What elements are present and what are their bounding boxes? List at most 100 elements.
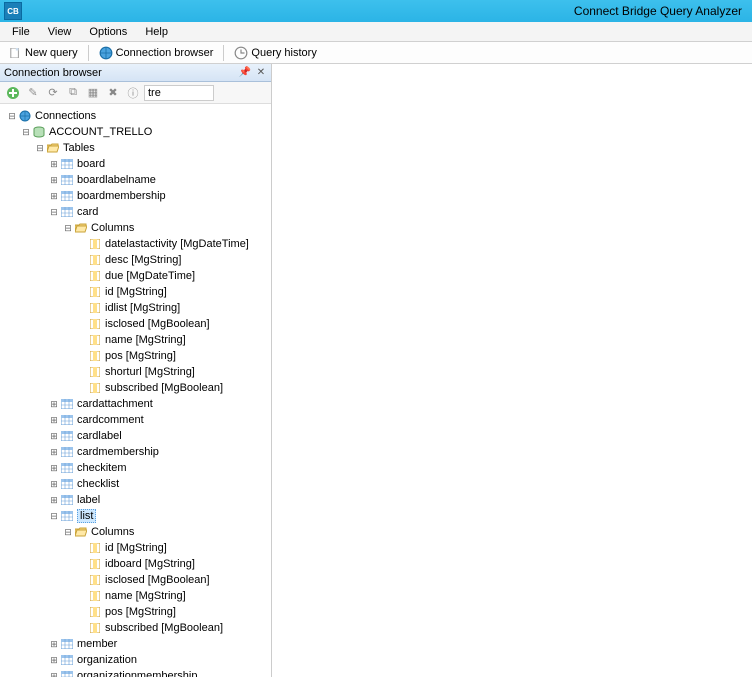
expander-icon[interactable]	[76, 334, 88, 346]
tree-node[interactable]: ⊞boardlabelname	[2, 172, 269, 188]
tree-node[interactable]: ⊟Connections	[2, 108, 269, 124]
expander-icon[interactable]	[76, 606, 88, 618]
tree-node[interactable]: ⊞member	[2, 636, 269, 652]
expander-icon[interactable]: ⊞	[48, 446, 60, 458]
tree-node[interactable]: ⊟Tables	[2, 140, 269, 156]
menu-view[interactable]: View	[40, 24, 80, 40]
node-label: datelastactivity [MgDateTime]	[105, 238, 249, 250]
expander-icon[interactable]: ⊞	[48, 638, 60, 650]
tree-node[interactable]: ⊟ACCOUNT_TRELLO	[2, 124, 269, 140]
tree-node[interactable]: pos [MgString]	[2, 604, 269, 620]
tree-node[interactable]: ⊞cardcomment	[2, 412, 269, 428]
tree-node[interactable]: id [MgString]	[2, 284, 269, 300]
expander-icon[interactable]: ⊟	[6, 110, 18, 122]
expander-icon[interactable]: ⊞	[48, 494, 60, 506]
expander-icon[interactable]: ⊞	[48, 478, 60, 490]
node-label: subscribed [MgBoolean]	[105, 382, 223, 394]
tree-node[interactable]: ⊞board	[2, 156, 269, 172]
tree-node[interactable]: ⊟list	[2, 508, 269, 524]
expander-icon[interactable]	[76, 622, 88, 634]
tree-node[interactable]: id [MgString]	[2, 540, 269, 556]
expander-icon[interactable]	[76, 590, 88, 602]
tree-node[interactable]: ⊞ checklist	[2, 476, 269, 492]
expander-icon[interactable]: ⊟	[48, 206, 60, 218]
tree-node[interactable]: name [MgString]	[2, 588, 269, 604]
globe-icon	[99, 46, 113, 60]
copy-button[interactable]: ⧉	[64, 84, 82, 102]
tree-node[interactable]: ⊟Columns	[2, 220, 269, 236]
expander-icon[interactable]: ⊟	[62, 526, 74, 538]
pin-icon[interactable]: 📌	[239, 67, 251, 79]
tree-node[interactable]: idboard [MgString]	[2, 556, 269, 572]
app-icon: CB	[4, 2, 22, 20]
expander-icon[interactable]	[76, 270, 88, 282]
expander-icon[interactable]: ⊞	[48, 174, 60, 186]
tree-node[interactable]: ⊞organizationmembership	[2, 668, 269, 677]
expander-icon[interactable]	[76, 366, 88, 378]
expander-icon[interactable]	[76, 542, 88, 554]
tree-node[interactable]: subscribed [MgBoolean]	[2, 380, 269, 396]
expander-icon[interactable]: ⊟	[34, 142, 46, 154]
tree-node[interactable]: ⊞cardlabel	[2, 428, 269, 444]
tree-node[interactable]: datelastactivity [MgDateTime]	[2, 236, 269, 252]
tree-node[interactable]: pos [MgString]	[2, 348, 269, 364]
expander-icon[interactable]: ⊟	[62, 222, 74, 234]
expander-icon[interactable]: ⊞	[48, 398, 60, 410]
delete-button[interactable]: ✖	[104, 84, 122, 102]
table-icon	[60, 413, 74, 427]
expander-icon[interactable]: ⊞	[48, 654, 60, 666]
tree-node[interactable]: ⊟Columns	[2, 524, 269, 540]
tree-node[interactable]: ⊞checkitem	[2, 460, 269, 476]
tree-node[interactable]: desc [MgString]	[2, 252, 269, 268]
table-icon	[60, 189, 74, 203]
expander-icon[interactable]: ⊞	[48, 414, 60, 426]
expander-icon[interactable]	[76, 382, 88, 394]
expander-icon[interactable]	[76, 286, 88, 298]
refresh-button[interactable]: ⟳	[44, 84, 62, 102]
tree-node[interactable]: subscribed [MgBoolean]	[2, 620, 269, 636]
expander-icon[interactable]	[76, 558, 88, 570]
tree-node[interactable]: ⊞ boardmembership	[2, 188, 269, 204]
table-icon	[60, 429, 74, 443]
tree-node[interactable]: name [MgString]	[2, 332, 269, 348]
node-label: label	[77, 494, 100, 506]
tree-node[interactable]: due [MgDateTime]	[2, 268, 269, 284]
tree-node[interactable]: idlist [MgString]	[2, 300, 269, 316]
menu-file[interactable]: File	[4, 24, 38, 40]
expander-icon[interactable]	[76, 302, 88, 314]
query-history-button[interactable]: Query history	[230, 44, 320, 62]
tree-node[interactable]: ⊞organization	[2, 652, 269, 668]
menu-help[interactable]: Help	[137, 24, 176, 40]
node-label: boardmembership	[77, 190, 166, 202]
tree-view[interactable]: ⊟Connections⊟ACCOUNT_TRELLO⊟Tables⊞board…	[0, 104, 271, 677]
tree-node[interactable]: isclosed [MgBoolean]	[2, 572, 269, 588]
menu-options[interactable]: Options	[81, 24, 135, 40]
expander-icon[interactable]: ⊞	[48, 670, 60, 677]
expander-icon[interactable]: ⊟	[48, 510, 60, 522]
expander-icon[interactable]	[76, 574, 88, 586]
tree-node[interactable]: ⊞cardmembership	[2, 444, 269, 460]
search-input[interactable]	[144, 85, 214, 101]
tree-node[interactable]: shorturl [MgString]	[2, 364, 269, 380]
tree-node[interactable]: ⊟card	[2, 204, 269, 220]
expander-icon[interactable]	[76, 254, 88, 266]
connection-browser-button[interactable]: Connection browser	[95, 44, 218, 62]
action-button[interactable]: ▦	[84, 84, 102, 102]
expander-icon[interactable]: ⊞	[48, 190, 60, 202]
new-query-button[interactable]: New query	[4, 44, 82, 62]
node-label: checklist	[77, 478, 119, 490]
tree-node[interactable]: ⊞ label	[2, 492, 269, 508]
tree-node[interactable]: ⊞cardattachment	[2, 396, 269, 412]
expander-icon[interactable]: ⊞	[48, 158, 60, 170]
add-connection-button[interactable]	[4, 84, 22, 102]
expander-icon[interactable]: ⊞	[48, 462, 60, 474]
expander-icon[interactable]: ⊞	[48, 430, 60, 442]
info-button[interactable]: ⓘ	[124, 84, 142, 102]
edit-button[interactable]: ✎	[24, 84, 42, 102]
expander-icon[interactable]	[76, 350, 88, 362]
tree-node[interactable]: isclosed [MgBoolean]	[2, 316, 269, 332]
expander-icon[interactable]: ⊟	[20, 126, 32, 138]
expander-icon[interactable]	[76, 318, 88, 330]
close-icon[interactable]: ✕	[255, 67, 267, 79]
expander-icon[interactable]	[76, 238, 88, 250]
